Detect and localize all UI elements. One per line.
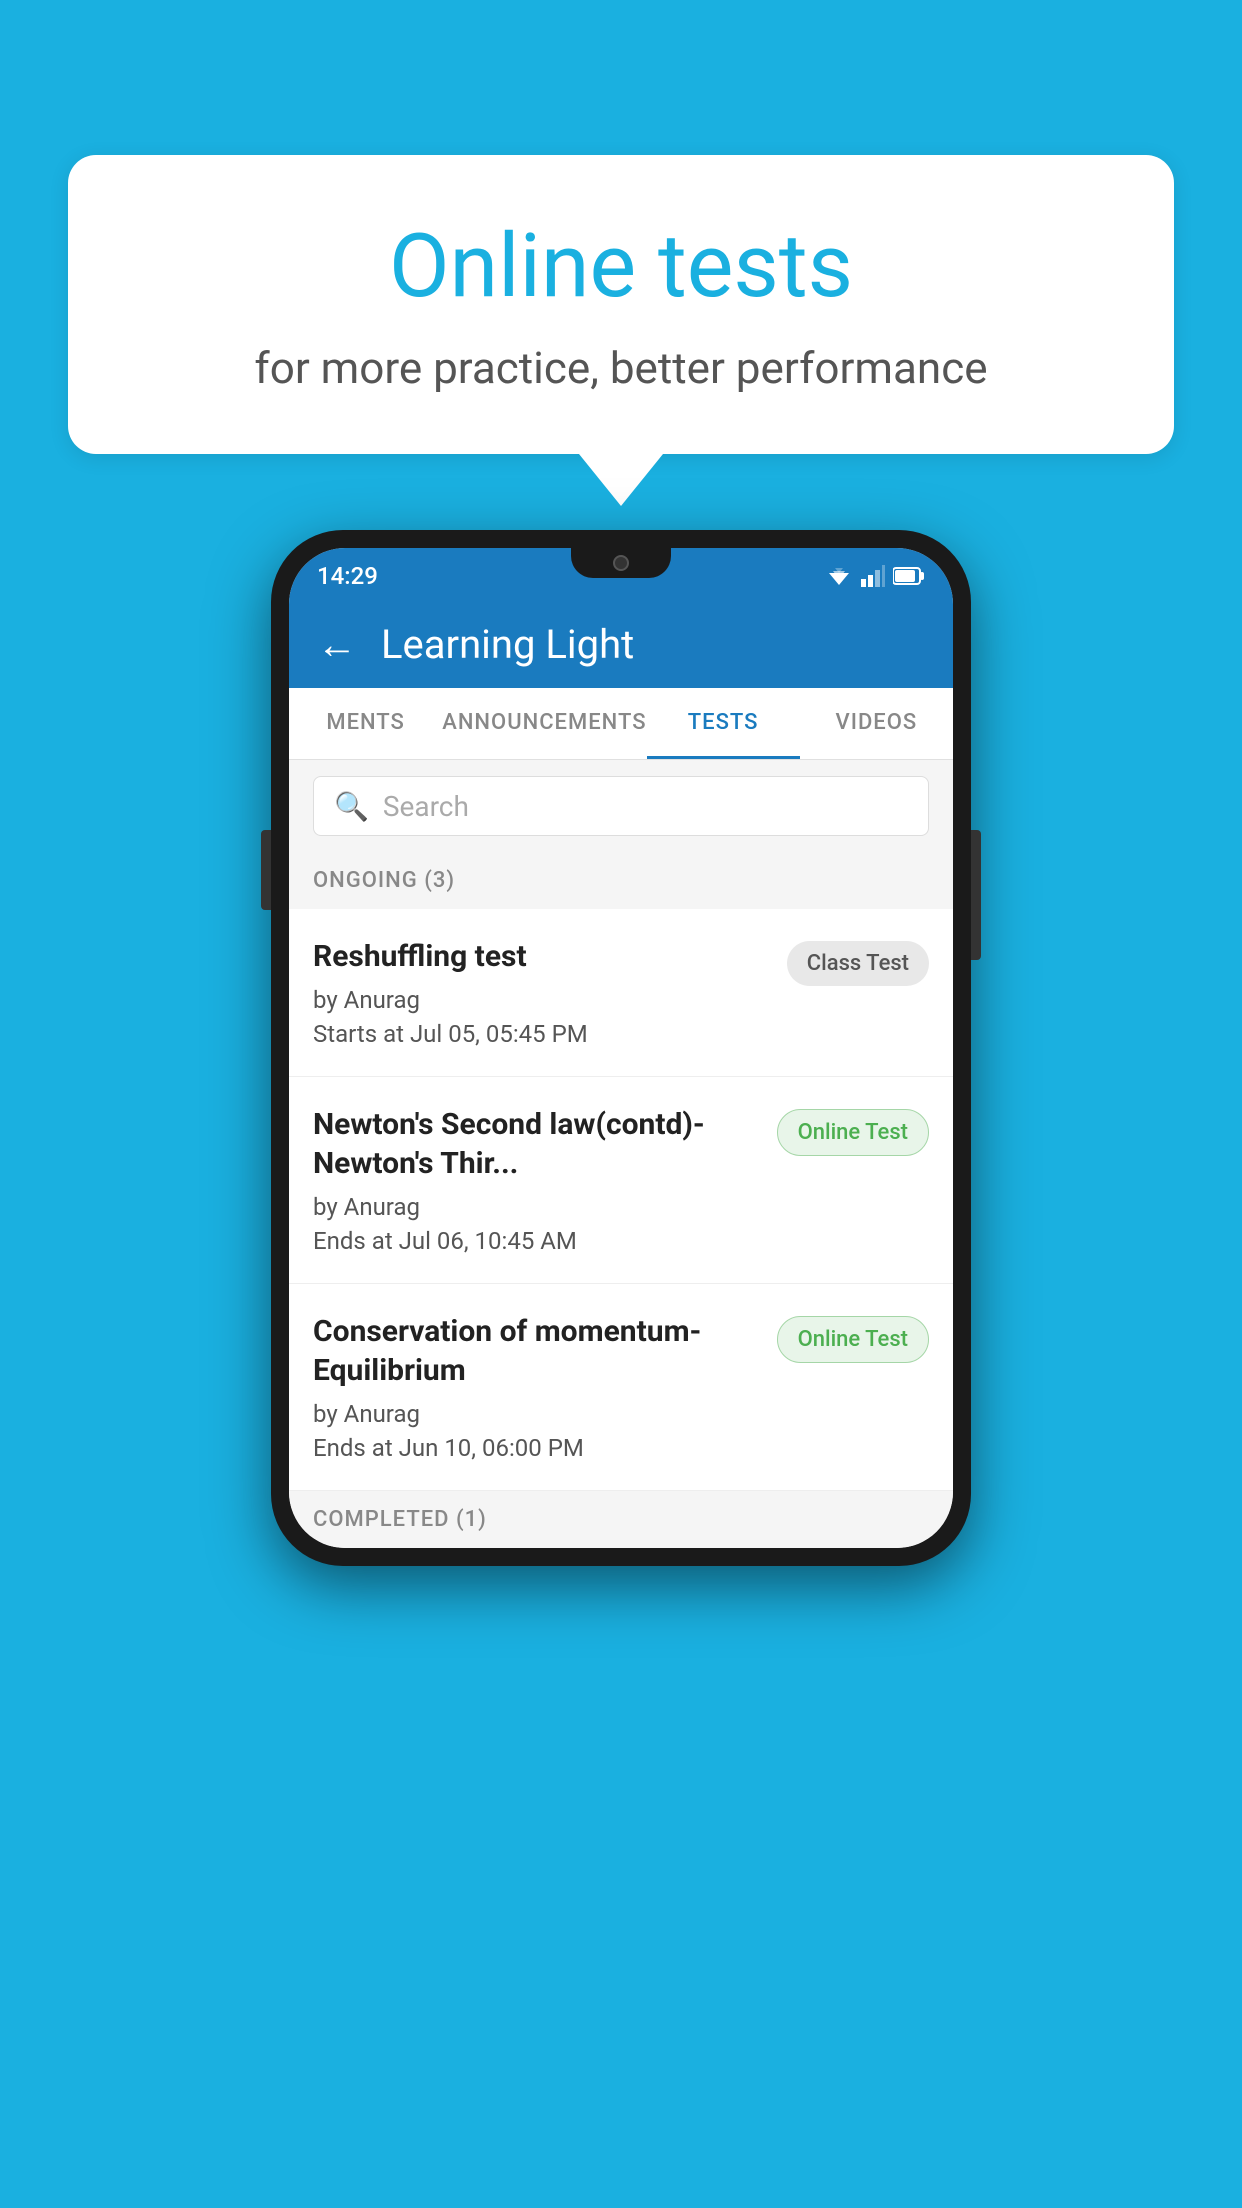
notch [571,548,671,578]
test-name: Reshuffling test [313,937,771,976]
tab-ments[interactable]: MENTS [289,688,442,759]
completed-label: COMPLETED (1) [313,1507,487,1532]
test-author: by Anurag [313,1193,761,1221]
speech-bubble-subtitle: for more practice, better performance [148,342,1094,394]
signal-icon [861,565,885,587]
test-info: Newton's Second law(contd)-Newton's Thir… [313,1105,777,1255]
test-name: Conservation of momentum-Equilibrium [313,1312,761,1390]
wifi-icon [825,565,853,587]
phone-outer: 14:29 [271,530,971,1566]
test-info: Reshuffling test by Anurag Starts at Jul… [313,937,787,1048]
back-button[interactable]: ← [317,621,357,668]
badge-online-test: Online Test [777,1316,929,1363]
status-time: 14:29 [317,562,378,590]
test-time: Ends at Jun 10, 06:00 PM [313,1434,761,1462]
ongoing-label: ONGOING (3) [313,868,455,893]
test-item[interactable]: Newton's Second law(contd)-Newton's Thir… [289,1077,953,1284]
completed-section-header: COMPLETED (1) [289,1491,953,1548]
test-item[interactable]: Reshuffling test by Anurag Starts at Jul… [289,909,953,1077]
search-bar[interactable]: 🔍 Search [313,776,929,836]
phone-container: 14:29 [271,530,971,1566]
app-bar: ← Learning Light [289,600,953,688]
test-author: by Anurag [313,986,771,1014]
speech-bubble-arrow [579,454,663,506]
ongoing-section-header: ONGOING (3) [289,852,953,909]
badge-online-test: Online Test [777,1109,929,1156]
status-icons [825,565,925,587]
speech-bubble: Online tests for more practice, better p… [68,155,1174,454]
speech-bubble-title: Online tests [148,215,1094,318]
tab-tests[interactable]: TESTS [647,688,800,759]
tab-announcements[interactable]: ANNOUNCEMENTS [442,688,646,759]
tabs-container: MENTS ANNOUNCEMENTS TESTS VIDEOS [289,688,953,760]
test-author: by Anurag [313,1400,761,1428]
test-list: Reshuffling test by Anurag Starts at Jul… [289,909,953,1491]
test-time: Starts at Jul 05, 05:45 PM [313,1020,771,1048]
test-time: Ends at Jul 06, 10:45 AM [313,1227,761,1255]
test-name: Newton's Second law(contd)-Newton's Thir… [313,1105,761,1183]
test-info: Conservation of momentum-Equilibrium by … [313,1312,777,1462]
front-camera [613,555,629,571]
search-container: 🔍 Search [289,760,953,852]
tab-videos[interactable]: VIDEOS [800,688,953,759]
battery-icon [893,566,925,586]
badge-class-test: Class Test [787,941,929,986]
search-input[interactable]: Search [383,790,469,823]
phone-screen: 14:29 [289,548,953,1548]
search-icon: 🔍 [334,790,369,823]
app-title: Learning Light [381,621,634,668]
speech-bubble-container: Online tests for more practice, better p… [68,155,1174,506]
test-item[interactable]: Conservation of momentum-Equilibrium by … [289,1284,953,1491]
